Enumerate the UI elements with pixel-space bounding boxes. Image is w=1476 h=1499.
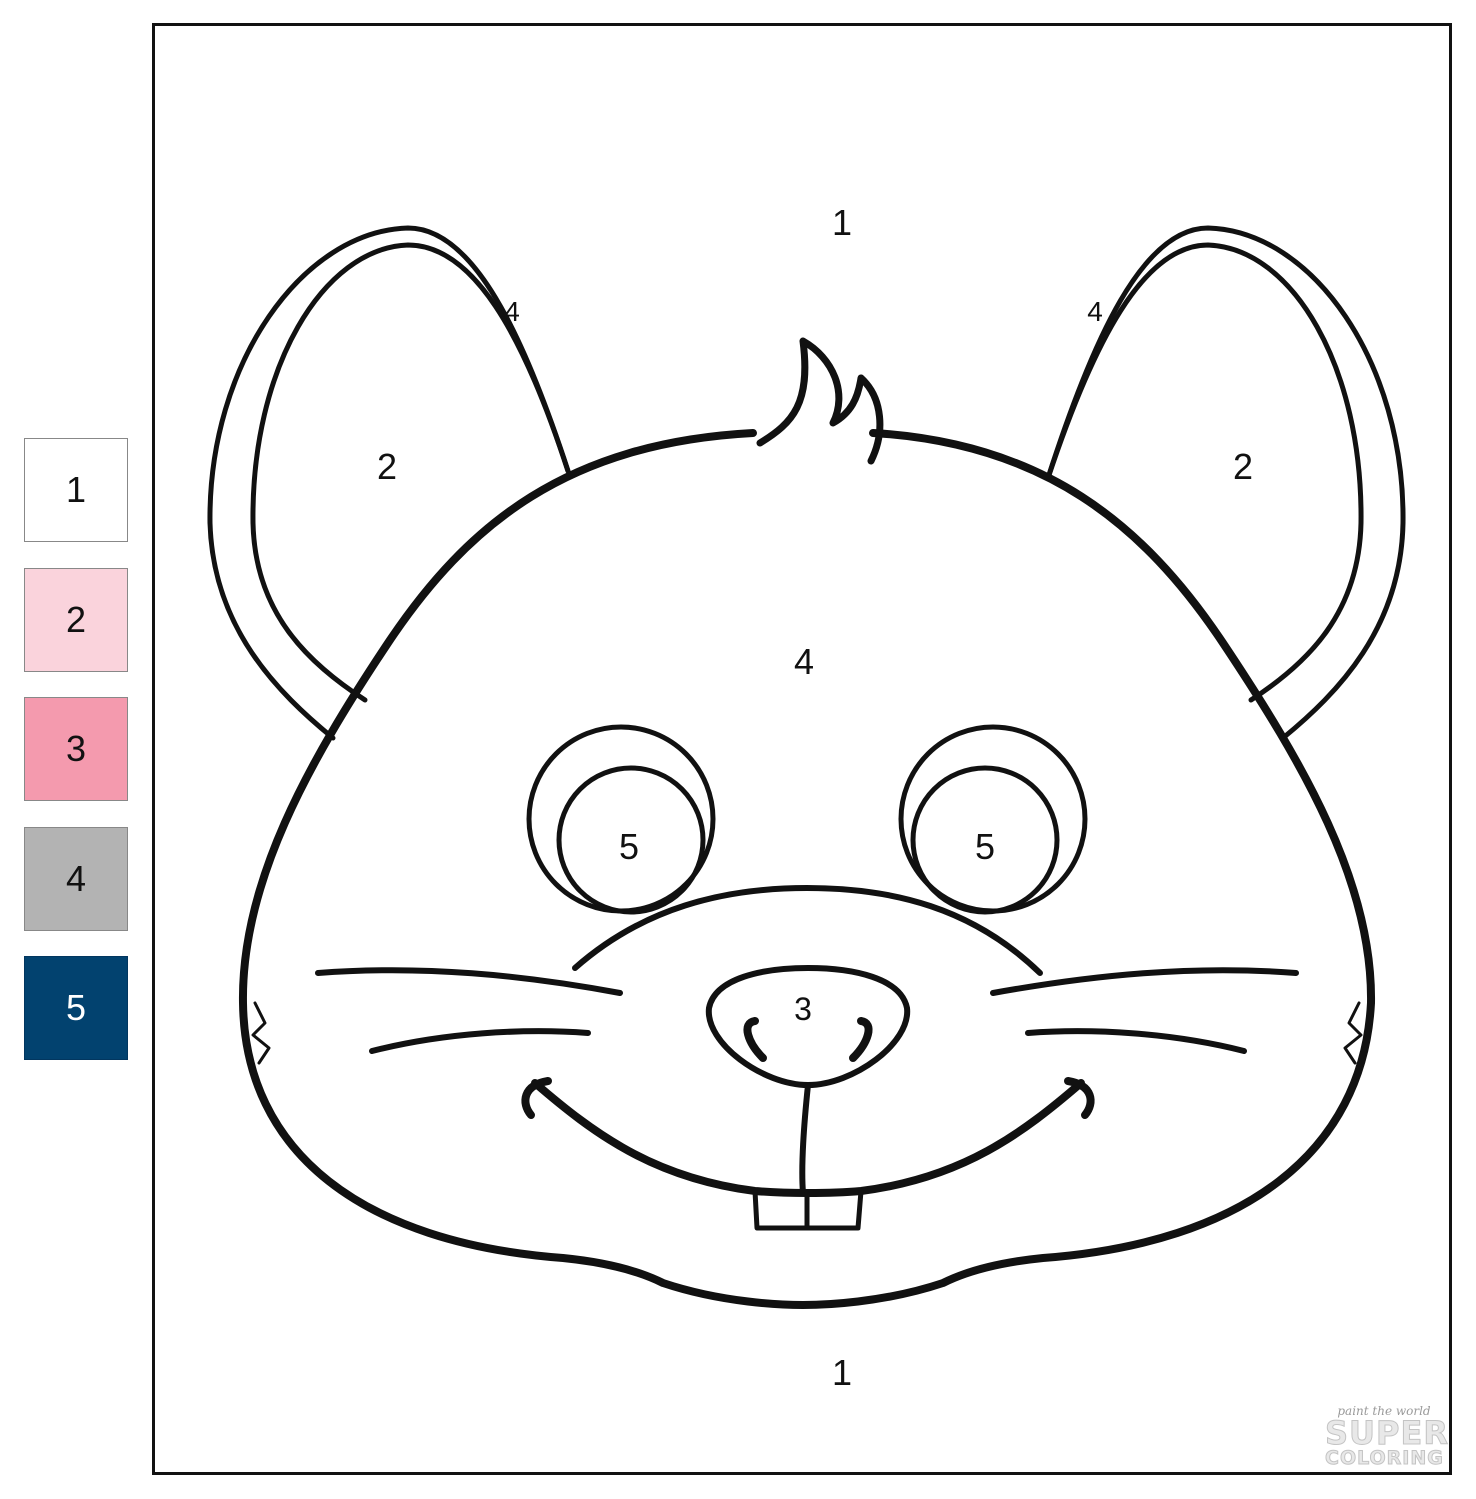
ear-inner-left[interactable] xyxy=(250,242,571,703)
legend-number-3: 3 xyxy=(65,728,87,769)
watermark-line2: COLORING xyxy=(1325,1447,1444,1469)
fur-tuft-right xyxy=(1343,1001,1363,1065)
legend-swatch-4[interactable]: 4 xyxy=(24,827,128,931)
legend-number-2: 2 xyxy=(65,599,87,640)
head-outline[interactable] xyxy=(238,429,1376,1309)
label-ear-rim-left: 4 xyxy=(504,296,520,327)
philtrum xyxy=(799,1082,811,1196)
label-ear-inner-left: 2 xyxy=(377,446,397,487)
label-nose: 3 xyxy=(794,991,812,1027)
mouse-face-drawing: 1 4 4 2 2 4 5 5 3 1 xyxy=(207,202,1406,1393)
legend-number-1: 1 xyxy=(65,469,87,510)
fur-tuft-left xyxy=(251,1001,271,1065)
legend-swatch-1[interactable]: 1 xyxy=(24,438,128,542)
coloring-canvas[interactable]: 1 4 4 2 2 4 5 5 3 1 paint the world SUPE… xyxy=(152,23,1452,1475)
nostril-left xyxy=(743,1017,767,1062)
label-ear-inner-right: 2 xyxy=(1233,446,1253,487)
label-ear-rim-right: 4 xyxy=(1087,296,1103,327)
label-face: 4 xyxy=(794,641,814,682)
legend-swatch-3[interactable]: 3 xyxy=(24,697,128,801)
muzzle-line xyxy=(572,885,1043,976)
whisker-left-top xyxy=(315,967,623,996)
whisker-right-bottom xyxy=(1025,1028,1247,1054)
hair-tuft xyxy=(756,337,884,465)
legend-number-5: 5 xyxy=(65,987,87,1028)
label-eye-right: 5 xyxy=(975,826,995,867)
label-background-bottom: 1 xyxy=(832,1352,852,1393)
super-coloring-watermark: paint the world SUPER COLORING xyxy=(1325,1405,1449,1469)
label-eye-left: 5 xyxy=(619,826,639,867)
whisker-left-bottom xyxy=(369,1028,591,1054)
label-background-top: 1 xyxy=(832,202,852,243)
legend-swatch-2[interactable]: 2 xyxy=(24,568,128,672)
legend-number-4: 4 xyxy=(65,858,87,899)
teeth[interactable] xyxy=(752,1188,864,1231)
legend-swatch-5[interactable]: 5 xyxy=(24,956,128,1060)
nostril-right xyxy=(849,1017,873,1062)
watermark-line1: SUPER xyxy=(1325,1414,1449,1452)
